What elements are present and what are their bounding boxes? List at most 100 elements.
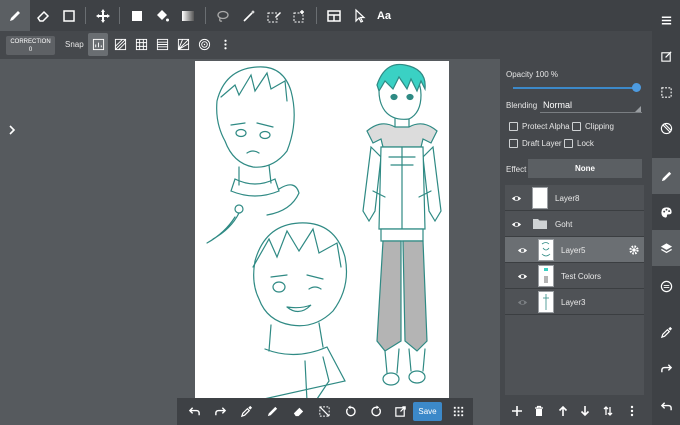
snap-off-icon — [92, 38, 104, 51]
snap-circle-button[interactable] — [194, 33, 214, 56]
draft-layer-checkbox[interactable]: Draft Layer — [509, 139, 562, 148]
layer-thumbnail — [532, 187, 548, 209]
snap-off-button[interactable] — [88, 33, 108, 56]
brush-button[interactable] — [259, 398, 285, 425]
layer-row-goht[interactable]: Goht — [505, 211, 644, 237]
snap-radial-button[interactable] — [173, 33, 193, 56]
layer-thumbnail-art — [543, 294, 549, 310]
layer-more-button[interactable] — [621, 400, 643, 422]
correction-label: CORRECTION — [10, 39, 51, 45]
move-layer-up-button[interactable] — [552, 400, 574, 422]
save-button[interactable]: Save — [413, 402, 442, 421]
correction-value: 0 — [28, 47, 33, 53]
redo-button[interactable] — [207, 398, 233, 425]
separator — [205, 7, 206, 24]
visibility-toggle[interactable] — [515, 295, 529, 309]
grid-menu-button[interactable] — [445, 398, 471, 425]
delete-layer-button[interactable] — [528, 400, 550, 422]
color-panel-button[interactable] — [652, 194, 680, 230]
chevron-right-icon[interactable] — [7, 125, 17, 135]
layer-row-layer8[interactable]: Layer8 — [505, 185, 644, 211]
draft-layer-label: Draft Layer — [522, 139, 562, 148]
pen-icon — [267, 406, 277, 417]
snap-circle-slash-icon — [660, 122, 672, 134]
select-rect-button[interactable] — [54, 0, 84, 31]
deselect-button[interactable] — [311, 398, 337, 425]
blending-underline — [540, 112, 642, 113]
gradient-tool-button[interactable] — [173, 0, 203, 31]
snap-horizontal-icon — [156, 38, 168, 51]
snap-more-button[interactable] — [215, 33, 235, 56]
merge-layer-button[interactable] — [597, 400, 619, 422]
snap-label: Snap — [65, 40, 84, 49]
brush-panel-button[interactable] — [652, 158, 680, 194]
blending-label: Blending — [506, 101, 538, 110]
checkbox-box — [509, 122, 518, 131]
lock-checkbox[interactable]: Lock — [564, 139, 594, 148]
menu-button[interactable] — [652, 2, 680, 38]
eraser-button[interactable] — [285, 398, 311, 425]
redo-side-button[interactable] — [652, 350, 680, 386]
visibility-toggle[interactable] — [509, 217, 523, 231]
correction-button[interactable]: CORRECTION 0 — [6, 36, 55, 55]
layer-panel: Opacity 100 % Blending Normal Protect Al… — [500, 59, 652, 425]
layer-name: Layer8 — [555, 194, 580, 203]
edit-button[interactable] — [652, 38, 680, 74]
snap-grid-icon — [135, 38, 147, 51]
layer-row-layer3[interactable]: Layer3 — [505, 289, 644, 315]
edit-square-icon — [660, 50, 672, 62]
material-circle-icon — [660, 280, 672, 292]
magic-wand-icon — [243, 9, 255, 22]
undo-icon — [188, 407, 200, 416]
visibility-toggle[interactable] — [515, 269, 529, 283]
visibility-toggle[interactable] — [509, 191, 523, 205]
text-tool-button[interactable]: Aa — [369, 0, 399, 31]
blending-select[interactable]: Normal — [543, 100, 572, 110]
lock-label: Lock — [577, 139, 594, 148]
opacity-slider[interactable] — [513, 87, 639, 89]
layer-panel-button[interactable] — [652, 230, 680, 266]
eyedropper-panel-button[interactable] — [652, 314, 680, 350]
snap-parallel-button[interactable] — [110, 33, 130, 56]
gear-icon[interactable] — [628, 244, 640, 256]
undo-button[interactable] — [181, 398, 207, 425]
rotate-right-button[interactable] — [363, 398, 389, 425]
select-eraser-icon — [293, 9, 304, 22]
visibility-toggle[interactable] — [515, 243, 529, 257]
undo-side-button[interactable] — [652, 388, 680, 424]
arrow-up-icon — [558, 405, 568, 416]
add-layer-button[interactable] — [506, 400, 528, 422]
effect-button[interactable]: None — [528, 159, 642, 178]
more-vertical-icon — [223, 39, 227, 50]
material-panel-button[interactable] — [652, 268, 680, 304]
rotate-left-button[interactable] — [337, 398, 363, 425]
layer-row-layer5[interactable]: Layer5 — [505, 237, 644, 263]
dropdown-icon — [635, 106, 641, 112]
snap-horizontal-button[interactable] — [152, 33, 172, 56]
redo-icon — [214, 407, 226, 416]
effect-label: Effect — [506, 165, 527, 174]
snap-grid-button[interactable] — [131, 33, 151, 56]
layer-thumbnail-art — [544, 268, 548, 283]
clipping-checkbox[interactable]: Clipping — [572, 122, 614, 131]
eyedropper-button[interactable] — [233, 398, 259, 425]
snap-parallel-icon — [114, 38, 126, 51]
pen-icon — [10, 10, 20, 21]
layer-row-test-colors[interactable]: Test Colors — [505, 263, 644, 289]
bucket-icon — [157, 9, 169, 21]
opacity-slider-handle[interactable] — [632, 83, 641, 92]
snap-panel-button[interactable] — [652, 110, 680, 146]
pen-tool-button[interactable] — [0, 0, 30, 31]
move-tool-button[interactable] — [88, 0, 118, 31]
selection-button[interactable] — [652, 74, 680, 110]
transform-button[interactable] — [387, 398, 413, 425]
eyedropper-icon — [240, 405, 252, 418]
drawing-canvas[interactable] — [195, 61, 449, 401]
arrow-down-icon — [580, 406, 590, 417]
move-layer-down-button[interactable] — [574, 400, 596, 422]
grid-icon — [453, 406, 463, 417]
protect-alpha-checkbox[interactable]: Protect Alpha — [509, 122, 570, 131]
folder-icon — [533, 219, 547, 229]
swap-vertical-icon — [603, 406, 613, 416]
select-eraser-button[interactable] — [285, 0, 315, 31]
